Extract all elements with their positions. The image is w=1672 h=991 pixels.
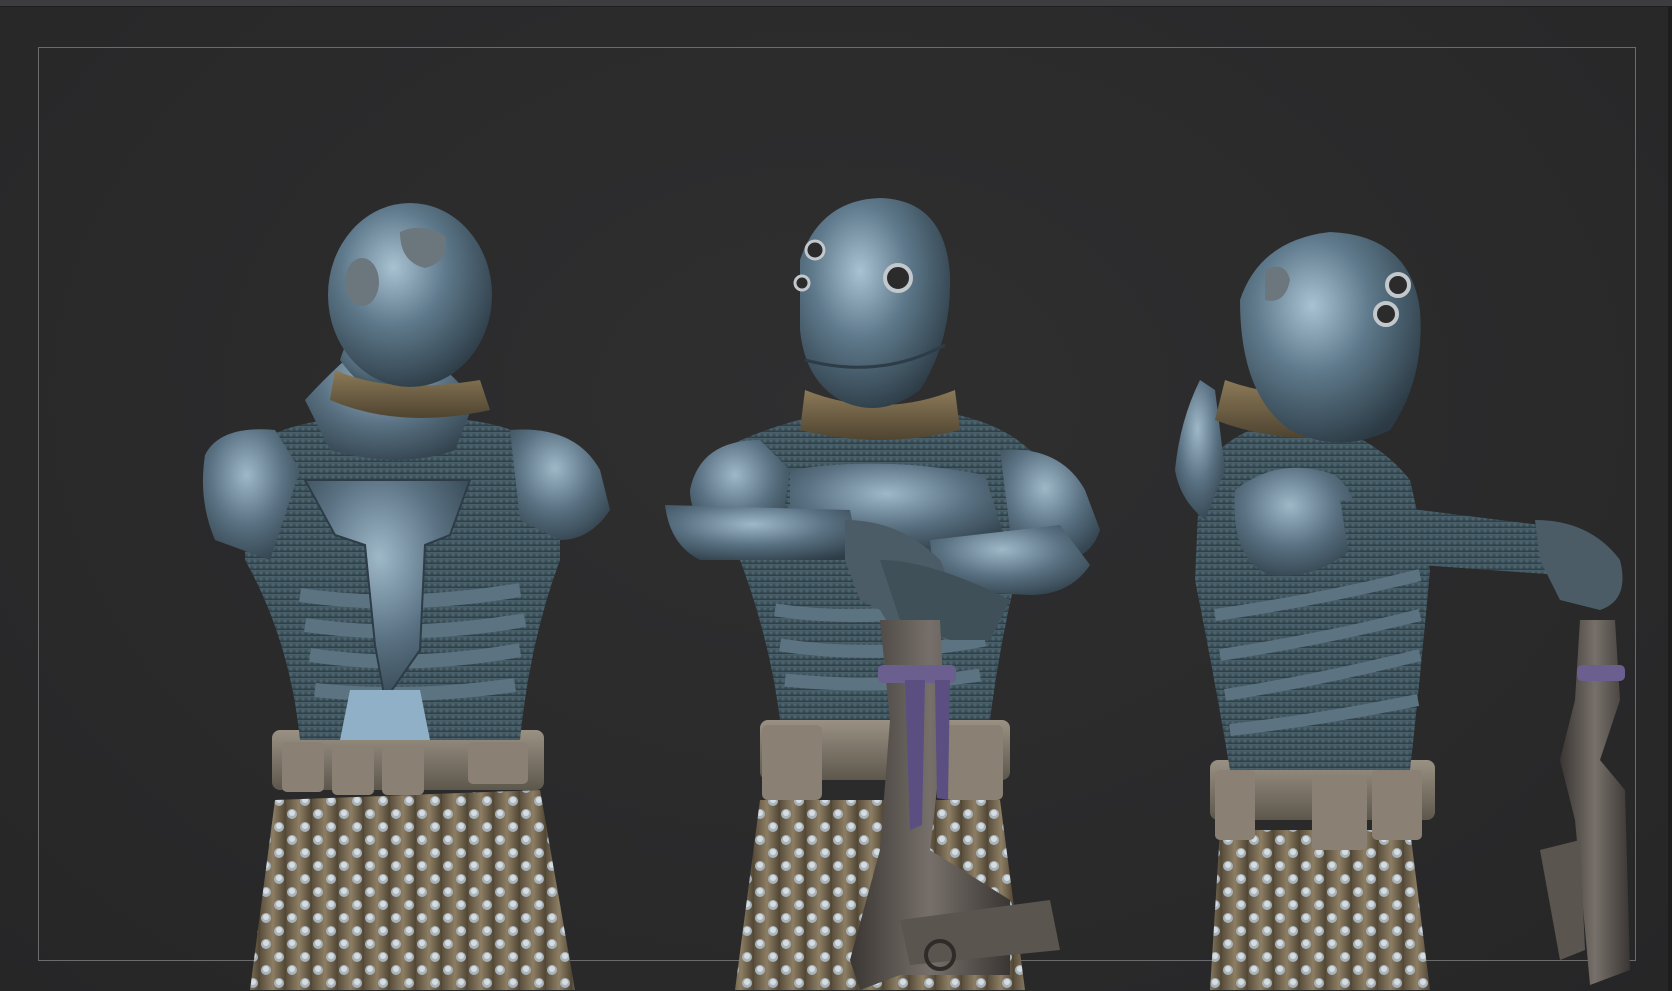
- front-view-figure[interactable]: [665, 198, 1100, 990]
- sculpt-scene[interactable]: [0, 0, 1672, 991]
- side-view-figure[interactable]: [1175, 232, 1630, 990]
- back-view-figure[interactable]: [202, 203, 610, 990]
